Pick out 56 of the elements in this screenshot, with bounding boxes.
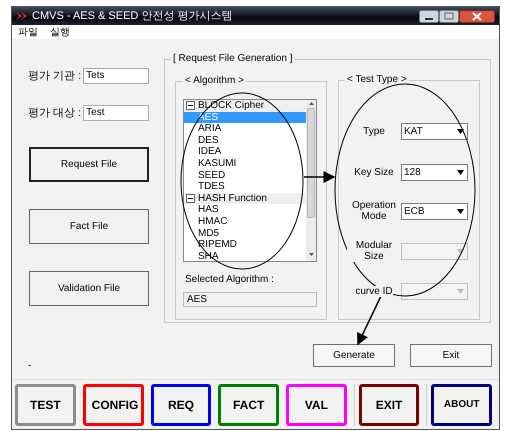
file-button[interactable]: Fact File (29, 209, 149, 244)
dropdown-arrow-icon (457, 288, 464, 294)
dropdown-arrow-icon (457, 248, 464, 254)
toolbar-button[interactable]: ABOUT (431, 384, 492, 426)
dropdown[interactable]: 128 (401, 164, 468, 180)
dropdown-arrow-icon (457, 208, 464, 214)
minimize-icon[interactable] (419, 10, 439, 22)
toolbar-button[interactable]: VAL (286, 384, 347, 426)
toolbar-button[interactable]: REQ (150, 384, 212, 426)
field-label: Type (363, 126, 385, 136)
file-button[interactable]: Request File (29, 147, 149, 182)
menu-item[interactable]: 파일 (18, 24, 38, 40)
group-title: < Test Type > (345, 74, 409, 86)
selected-algorithm-label: Selected Algorithm : (184, 273, 275, 287)
annotation-arrow (357, 296, 382, 346)
tree-item[interactable]: KASUMI (184, 158, 306, 170)
tree-item[interactable]: TDES (184, 181, 306, 193)
action-button[interactable]: Exit (410, 344, 492, 367)
selected-algorithm-field[interactable]: AES (183, 292, 317, 307)
maximize-icon[interactable] (439, 10, 459, 22)
status-text: - (28, 359, 32, 373)
window-title: CMVS - AES & SEED 안전성 평가시스템 (32, 8, 232, 24)
field-label: 평가 기관 : (28, 68, 82, 84)
close-icon[interactable] (459, 10, 495, 22)
toolbar-button[interactable]: EXIT (358, 384, 420, 426)
field-label: Key Size (354, 166, 394, 178)
tree-item[interactable]: ARIA (184, 123, 306, 135)
toolbar-button[interactable]: CONFIG (82, 384, 144, 426)
dropdown[interactable]: KAT (401, 122, 468, 140)
tree-item[interactable]: HMAC (184, 216, 306, 228)
field-label: 평가 대상 : (28, 106, 82, 121)
tree-item[interactable]: DES (184, 134, 306, 146)
text-field[interactable]: Tets (83, 68, 150, 84)
group-title: < Algorithm > (183, 75, 246, 87)
dropdown-arrow-icon (457, 170, 464, 174)
group-title: [ Request File Generation ] (171, 53, 295, 65)
text-field[interactable]: Test (83, 105, 150, 121)
app-icon (16, 11, 28, 21)
annotation-arrow (304, 171, 336, 183)
scrollbar[interactable] (306, 100, 316, 261)
collapse-icon[interactable] (186, 101, 196, 110)
action-button[interactable]: Generate (313, 344, 395, 367)
menu-item[interactable]: 실행 (50, 24, 70, 40)
scroll-up-icon[interactable] (308, 100, 314, 106)
toolbar-button[interactable]: TEST (15, 384, 76, 426)
tree-item[interactable]: IDEA (184, 146, 306, 158)
dropdown[interactable]: ECB (401, 202, 468, 220)
field-label: curve ID (355, 286, 393, 296)
toolbar-button[interactable]: FACT (218, 384, 280, 426)
scroll-down-icon[interactable] (308, 252, 314, 258)
collapse-icon[interactable] (186, 194, 196, 204)
dropdown-arrow-icon (457, 128, 464, 134)
tree-item[interactable]: HAS (184, 204, 306, 216)
tree-item[interactable]: MD5 (184, 228, 306, 240)
tree-item[interactable]: SEED (184, 170, 306, 182)
file-button[interactable]: Validation File (29, 271, 149, 306)
